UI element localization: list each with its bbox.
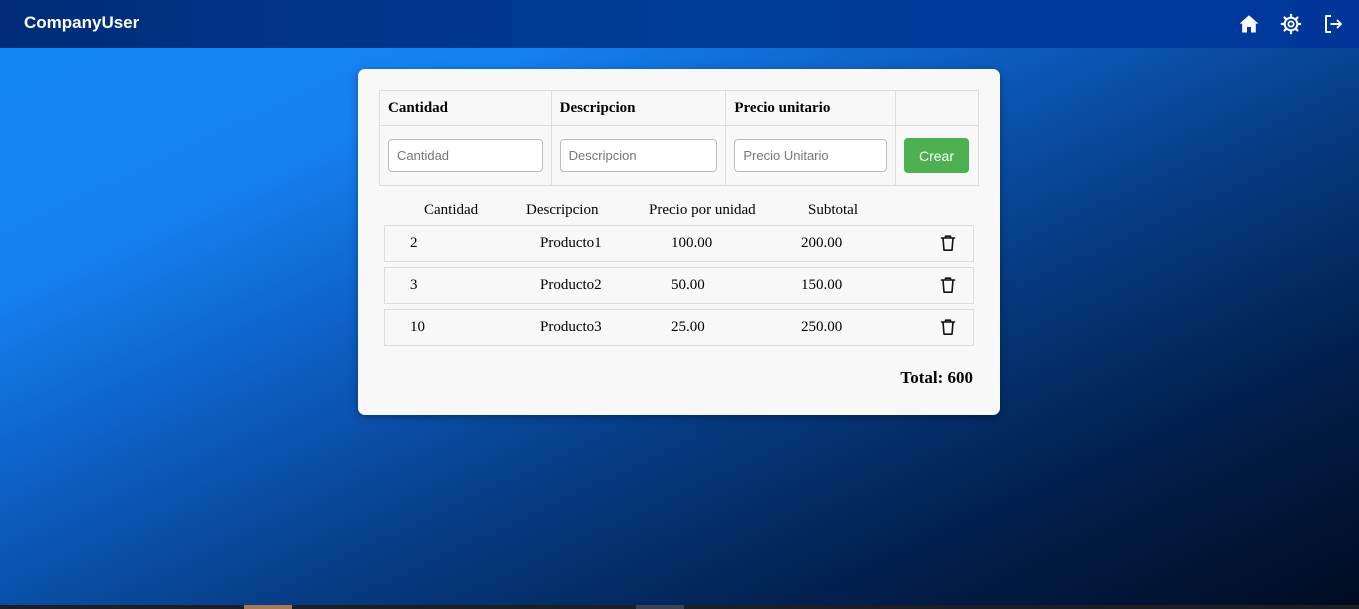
form-input-row: Crear (379, 125, 980, 186)
taskbar-strip (0, 605, 1359, 609)
descripcion-cell (550, 125, 727, 186)
cantidad-input[interactable] (388, 139, 543, 172)
item-subtotal: 200.00 (801, 235, 843, 251)
item-subtotal: 250.00 (801, 319, 843, 335)
item-descripcion: Producto2 (540, 277, 602, 293)
form-header-action (894, 90, 980, 126)
list-header-cantidad: Cantidad (424, 202, 479, 218)
list-header-subtotal: Subtotal (808, 202, 859, 218)
item-precio: 100.00 (671, 235, 713, 251)
brand-title[interactable]: CompanyUser (24, 13, 139, 33)
list-header-descripcion: Descripcion (526, 202, 599, 218)
item-descripcion: Producto1 (540, 235, 602, 251)
total-label: Total: 600 (900, 368, 973, 387)
form-header-descripcion: Descripcion (550, 90, 727, 126)
gear-icon[interactable] (1279, 12, 1303, 36)
precio-cell (725, 125, 896, 186)
item-cantidad: 10 (410, 319, 425, 335)
crear-button[interactable]: Crear (903, 138, 969, 173)
item-precio: 25.00 (671, 319, 705, 335)
taskbar-item[interactable] (636, 605, 684, 609)
add-item-form: Cantidad Descripcion Precio unitario Cre… (379, 90, 980, 186)
precio-unitario-input[interactable] (734, 139, 887, 172)
cantidad-cell (379, 125, 552, 186)
form-header-precio: Precio unitario (725, 90, 896, 126)
form-header-row: Cantidad Descripcion Precio unitario (379, 90, 980, 126)
action-cell: Crear (894, 125, 980, 186)
item-subtotal: 150.00 (801, 277, 843, 293)
item-cantidad: 2 (410, 235, 418, 251)
item-descripcion: Producto3 (540, 319, 602, 335)
invoice-card: Cantidad Descripcion Precio unitario Cre… (358, 69, 1000, 415)
list-header-precio: Precio por unidad (649, 202, 756, 218)
logout-icon[interactable] (1321, 12, 1345, 36)
item-precio: 50.00 (671, 277, 705, 293)
top-navbar: CompanyUser (0, 0, 1359, 48)
trash-icon[interactable] (939, 276, 957, 294)
item-row: 2 Producto1 100.00 200.00 (384, 225, 974, 262)
item-cantidad: 3 (410, 277, 418, 293)
home-icon[interactable] (1237, 12, 1261, 36)
trash-icon[interactable] (939, 318, 957, 336)
form-header-cantidad: Cantidad (379, 90, 552, 126)
item-row: 3 Producto2 50.00 150.00 (384, 267, 974, 304)
trash-icon[interactable] (939, 234, 957, 252)
descripcion-input[interactable] (559, 139, 718, 172)
item-row: 10 Producto3 25.00 250.00 (384, 309, 974, 346)
taskbar-item[interactable] (244, 605, 292, 609)
items-list-header: Cantidad Descripcion Precio por unidad S… (358, 202, 1000, 222)
